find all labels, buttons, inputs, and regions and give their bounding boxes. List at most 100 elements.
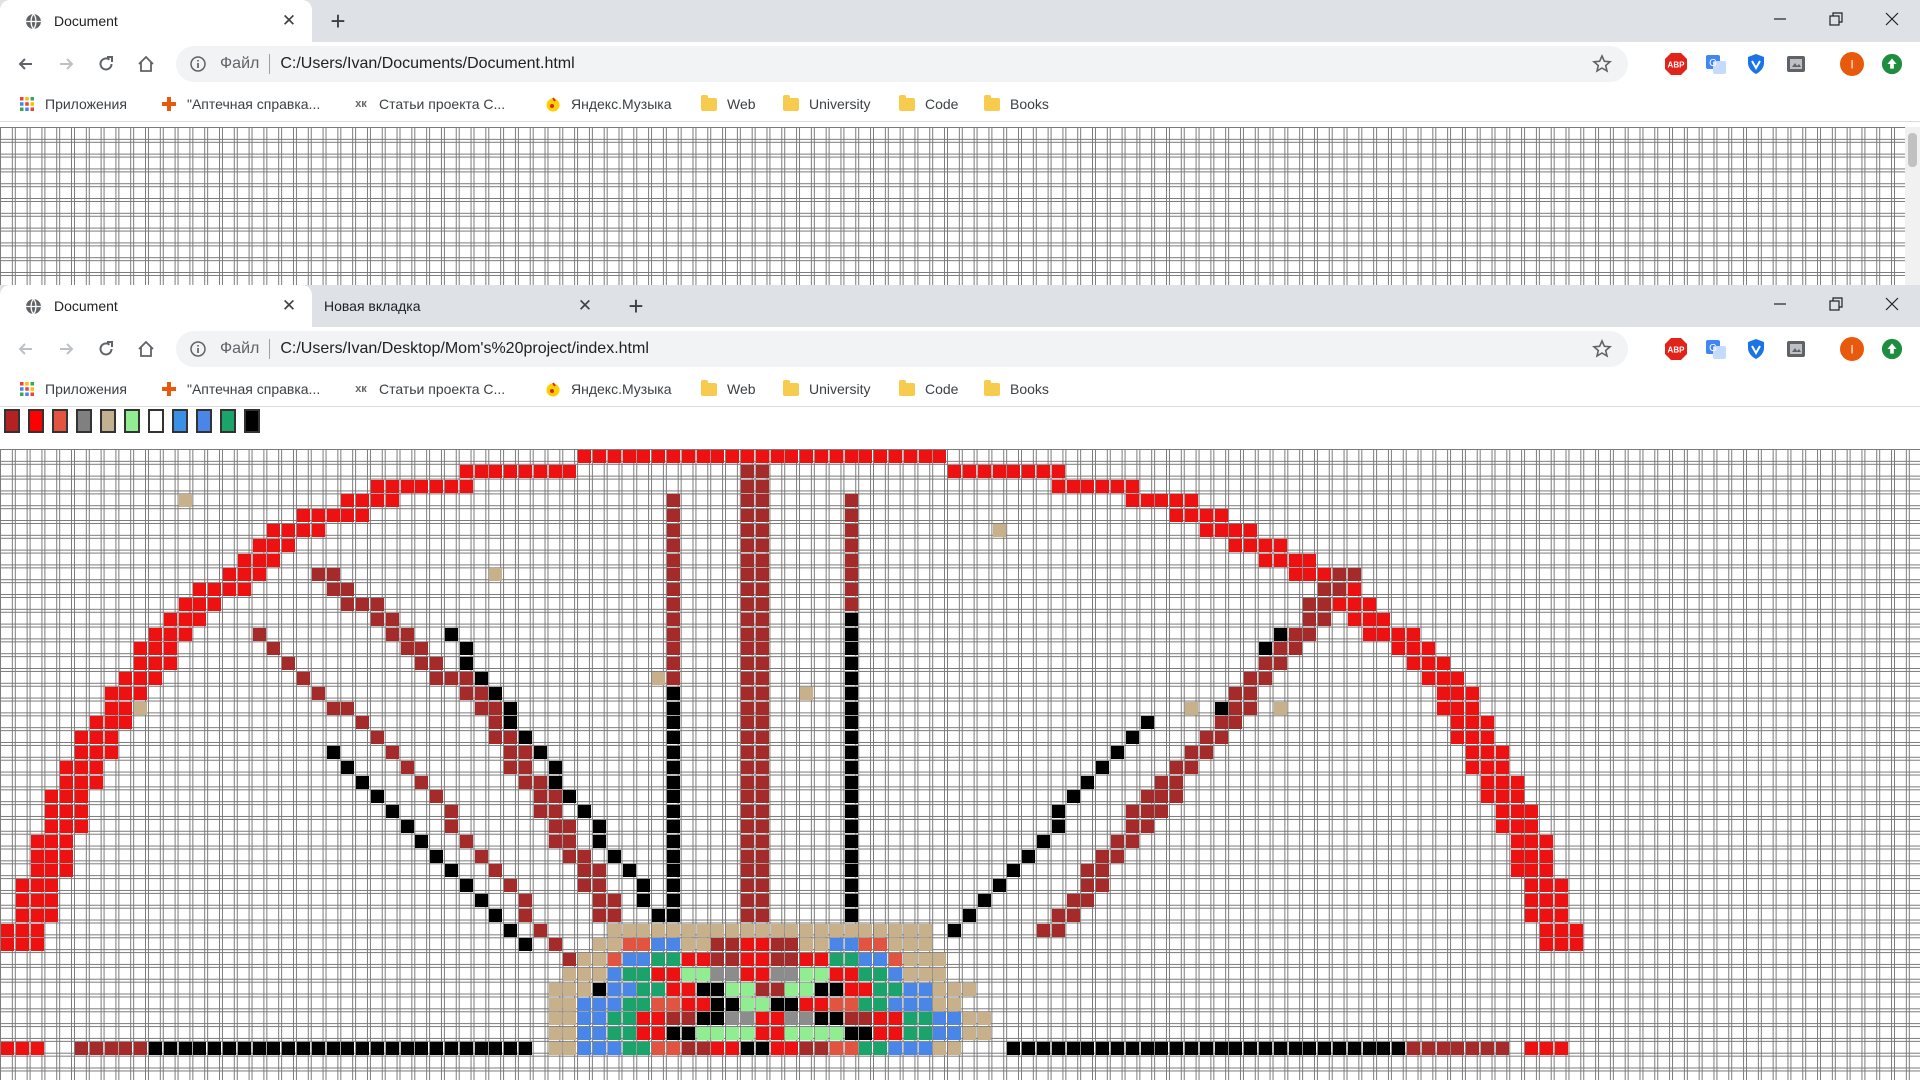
tab-new-tab[interactable]: Новая вкладка ✕ [312,285,608,327]
pixel-cell[interactable] [341,760,355,774]
pixel-cell[interactable] [593,1042,606,1055]
pixel-cell[interactable] [1022,849,1036,863]
pixel-cell[interactable] [134,657,148,671]
pixel-cell[interactable] [45,908,59,922]
pixel-cell[interactable] [741,908,754,922]
pixel-cell[interactable] [311,524,325,537]
pixel-cell[interactable] [563,968,577,981]
pixel-cell[interactable] [622,938,636,952]
pixel-cell[interactable] [45,805,59,819]
palette-swatch[interactable] [4,409,20,433]
pixel-cell[interactable] [1229,701,1243,715]
pixel-cell[interactable] [889,953,902,967]
pixel-cell[interactable] [1466,716,1480,730]
pixel-cell[interactable] [844,938,858,952]
pixel-cell[interactable] [385,805,399,819]
pixel-cell[interactable] [578,879,592,893]
pixel-cell[interactable] [415,657,429,671]
pixel-grid-empty[interactable] [0,127,1905,285]
pixel-cell[interactable] [415,775,429,789]
pixel-cell[interactable] [667,568,680,582]
pixel-cell[interactable] [681,997,695,1011]
pixel-cell[interactable] [1495,1042,1509,1055]
pixel-cell[interactable] [1525,820,1539,833]
pixel-cell[interactable] [1007,864,1021,878]
pixel-cell[interactable] [844,672,858,685]
pixel-cell[interactable] [60,834,74,848]
restore-icon[interactable] [1808,285,1864,323]
pixel-cell[interactable] [829,923,843,937]
info-icon[interactable] [190,341,206,357]
pixel-cell[interactable] [755,568,769,582]
pixel-cell[interactable] [297,524,310,537]
pixel-cell[interactable] [903,450,917,463]
pixel-cell[interactable] [282,1042,296,1055]
pixel-cell[interactable] [1347,1042,1361,1055]
pixel-cell[interactable] [563,953,577,967]
pixel-cell[interactable] [45,864,59,878]
pixel-cell[interactable] [667,834,680,848]
pixel-cell[interactable] [208,583,222,597]
pixel-cell[interactable] [741,716,754,730]
pixel-cell[interactable] [844,686,858,700]
pixel-cell[interactable] [755,494,769,508]
pixel-cell[interactable] [696,1027,710,1041]
pixel-cell[interactable] [1081,879,1095,893]
pixel-cell[interactable] [889,1042,902,1055]
pixel-cell[interactable] [1051,479,1065,493]
pixel-cell[interactable] [1525,834,1539,848]
pixel-cell[interactable] [844,894,858,907]
pixel-cell[interactable] [1481,1042,1494,1055]
pixel-cell[interactable] [741,834,754,848]
pixel-cell[interactable] [489,686,503,700]
pixel-cell[interactable] [1495,790,1509,804]
pixel-cell[interactable] [741,968,754,981]
pixel-cell[interactable] [533,775,547,789]
pixel-cell[interactable] [652,923,666,937]
pixel-cell[interactable] [741,657,754,671]
pixel-cell[interactable] [1481,716,1494,730]
pixel-cell[interactable] [267,538,281,552]
pixel-cell[interactable] [696,953,710,967]
pixel-cell[interactable] [741,820,754,833]
pixel-cell[interactable] [119,686,133,700]
pixel-cell[interactable] [903,953,917,967]
close-window-icon[interactable] [1864,285,1920,323]
pixel-cell[interactable] [489,864,503,878]
pixel-cell[interactable] [711,450,725,463]
pixel-cell[interactable] [282,538,296,552]
pixel-cell[interactable] [1540,1042,1554,1055]
pixel-cell[interactable] [726,953,740,967]
pixel-cell[interactable] [1525,805,1539,819]
pixel-cell[interactable] [593,450,606,463]
pixel-cell[interactable] [903,968,917,981]
pixel-cell[interactable] [341,1042,355,1055]
pixel-cell[interactable] [667,716,680,730]
pixel-cell[interactable] [548,1042,562,1055]
pixel-cell[interactable] [903,982,917,996]
pixel-cell[interactable] [519,908,532,922]
pixel-cell[interactable] [104,731,118,745]
pixel-cell[interactable] [430,672,444,685]
pixel-cell[interactable] [607,450,621,463]
pixel-cell[interactable] [815,953,828,967]
pixel-cell[interactable] [874,1027,888,1041]
pixel-cell[interactable] [948,1012,962,1026]
pixel-cell[interactable] [548,464,562,478]
pixel-cell[interactable] [297,672,310,685]
pixel-cell[interactable] [889,982,902,996]
pixel-cell[interactable] [1259,1042,1272,1055]
pixel-cell[interactable] [726,968,740,981]
pixel-cell[interactable] [800,982,814,996]
pixel-cell[interactable] [45,834,59,848]
pixel-cell[interactable] [1555,923,1568,937]
pixel-cell[interactable] [1421,642,1435,656]
pixel-cell[interactable] [652,1012,666,1026]
pixel-cell[interactable] [667,997,680,1011]
pixel-cell[interactable] [815,1012,828,1026]
new-tab-button[interactable]: + [620,285,652,327]
pixel-cell[interactable] [1451,672,1465,685]
pixel-art-canvas[interactable] [0,449,1920,1080]
pixel-cell[interactable] [1451,1042,1465,1055]
pixel-cell[interactable] [445,820,458,833]
